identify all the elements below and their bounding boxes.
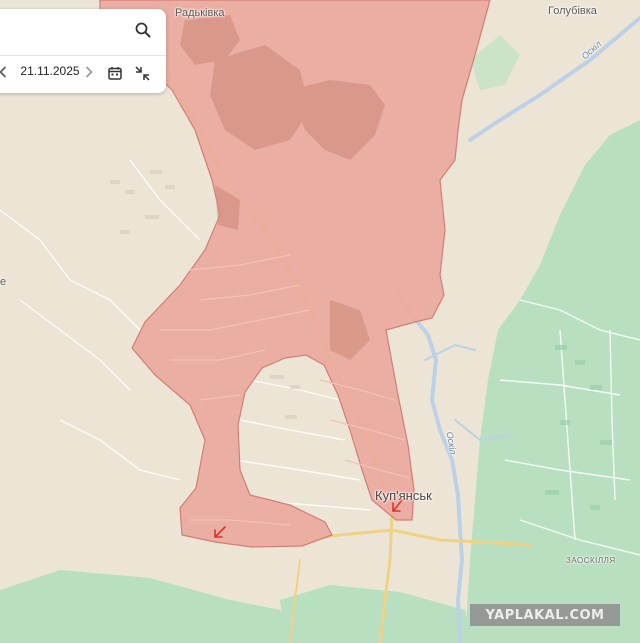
map-controls-panel: 21.11.2025 bbox=[0, 9, 166, 93]
place-label-edge: е bbox=[0, 276, 7, 288]
date-display[interactable]: 21.11.2025 bbox=[18, 64, 82, 78]
place-label-zaoskillia: ЗАОСКІЛЛЯ bbox=[566, 556, 616, 565]
calendar-icon[interactable] bbox=[106, 64, 124, 82]
place-label-holubivka: Голубівка bbox=[548, 5, 597, 17]
search-icon[interactable] bbox=[132, 19, 154, 41]
chevron-left-icon[interactable] bbox=[0, 64, 10, 80]
chevron-right-icon[interactable] bbox=[82, 64, 96, 80]
watermark: YAPLAKAL.COM bbox=[470, 604, 620, 626]
panel-divider bbox=[0, 55, 166, 56]
place-label-radkivka: Радьківка bbox=[175, 7, 225, 19]
compress-arrows-icon[interactable] bbox=[133, 64, 151, 82]
map-canvas[interactable] bbox=[0, 0, 640, 643]
place-label-kupiansk: Куп'янськ bbox=[375, 488, 432, 503]
